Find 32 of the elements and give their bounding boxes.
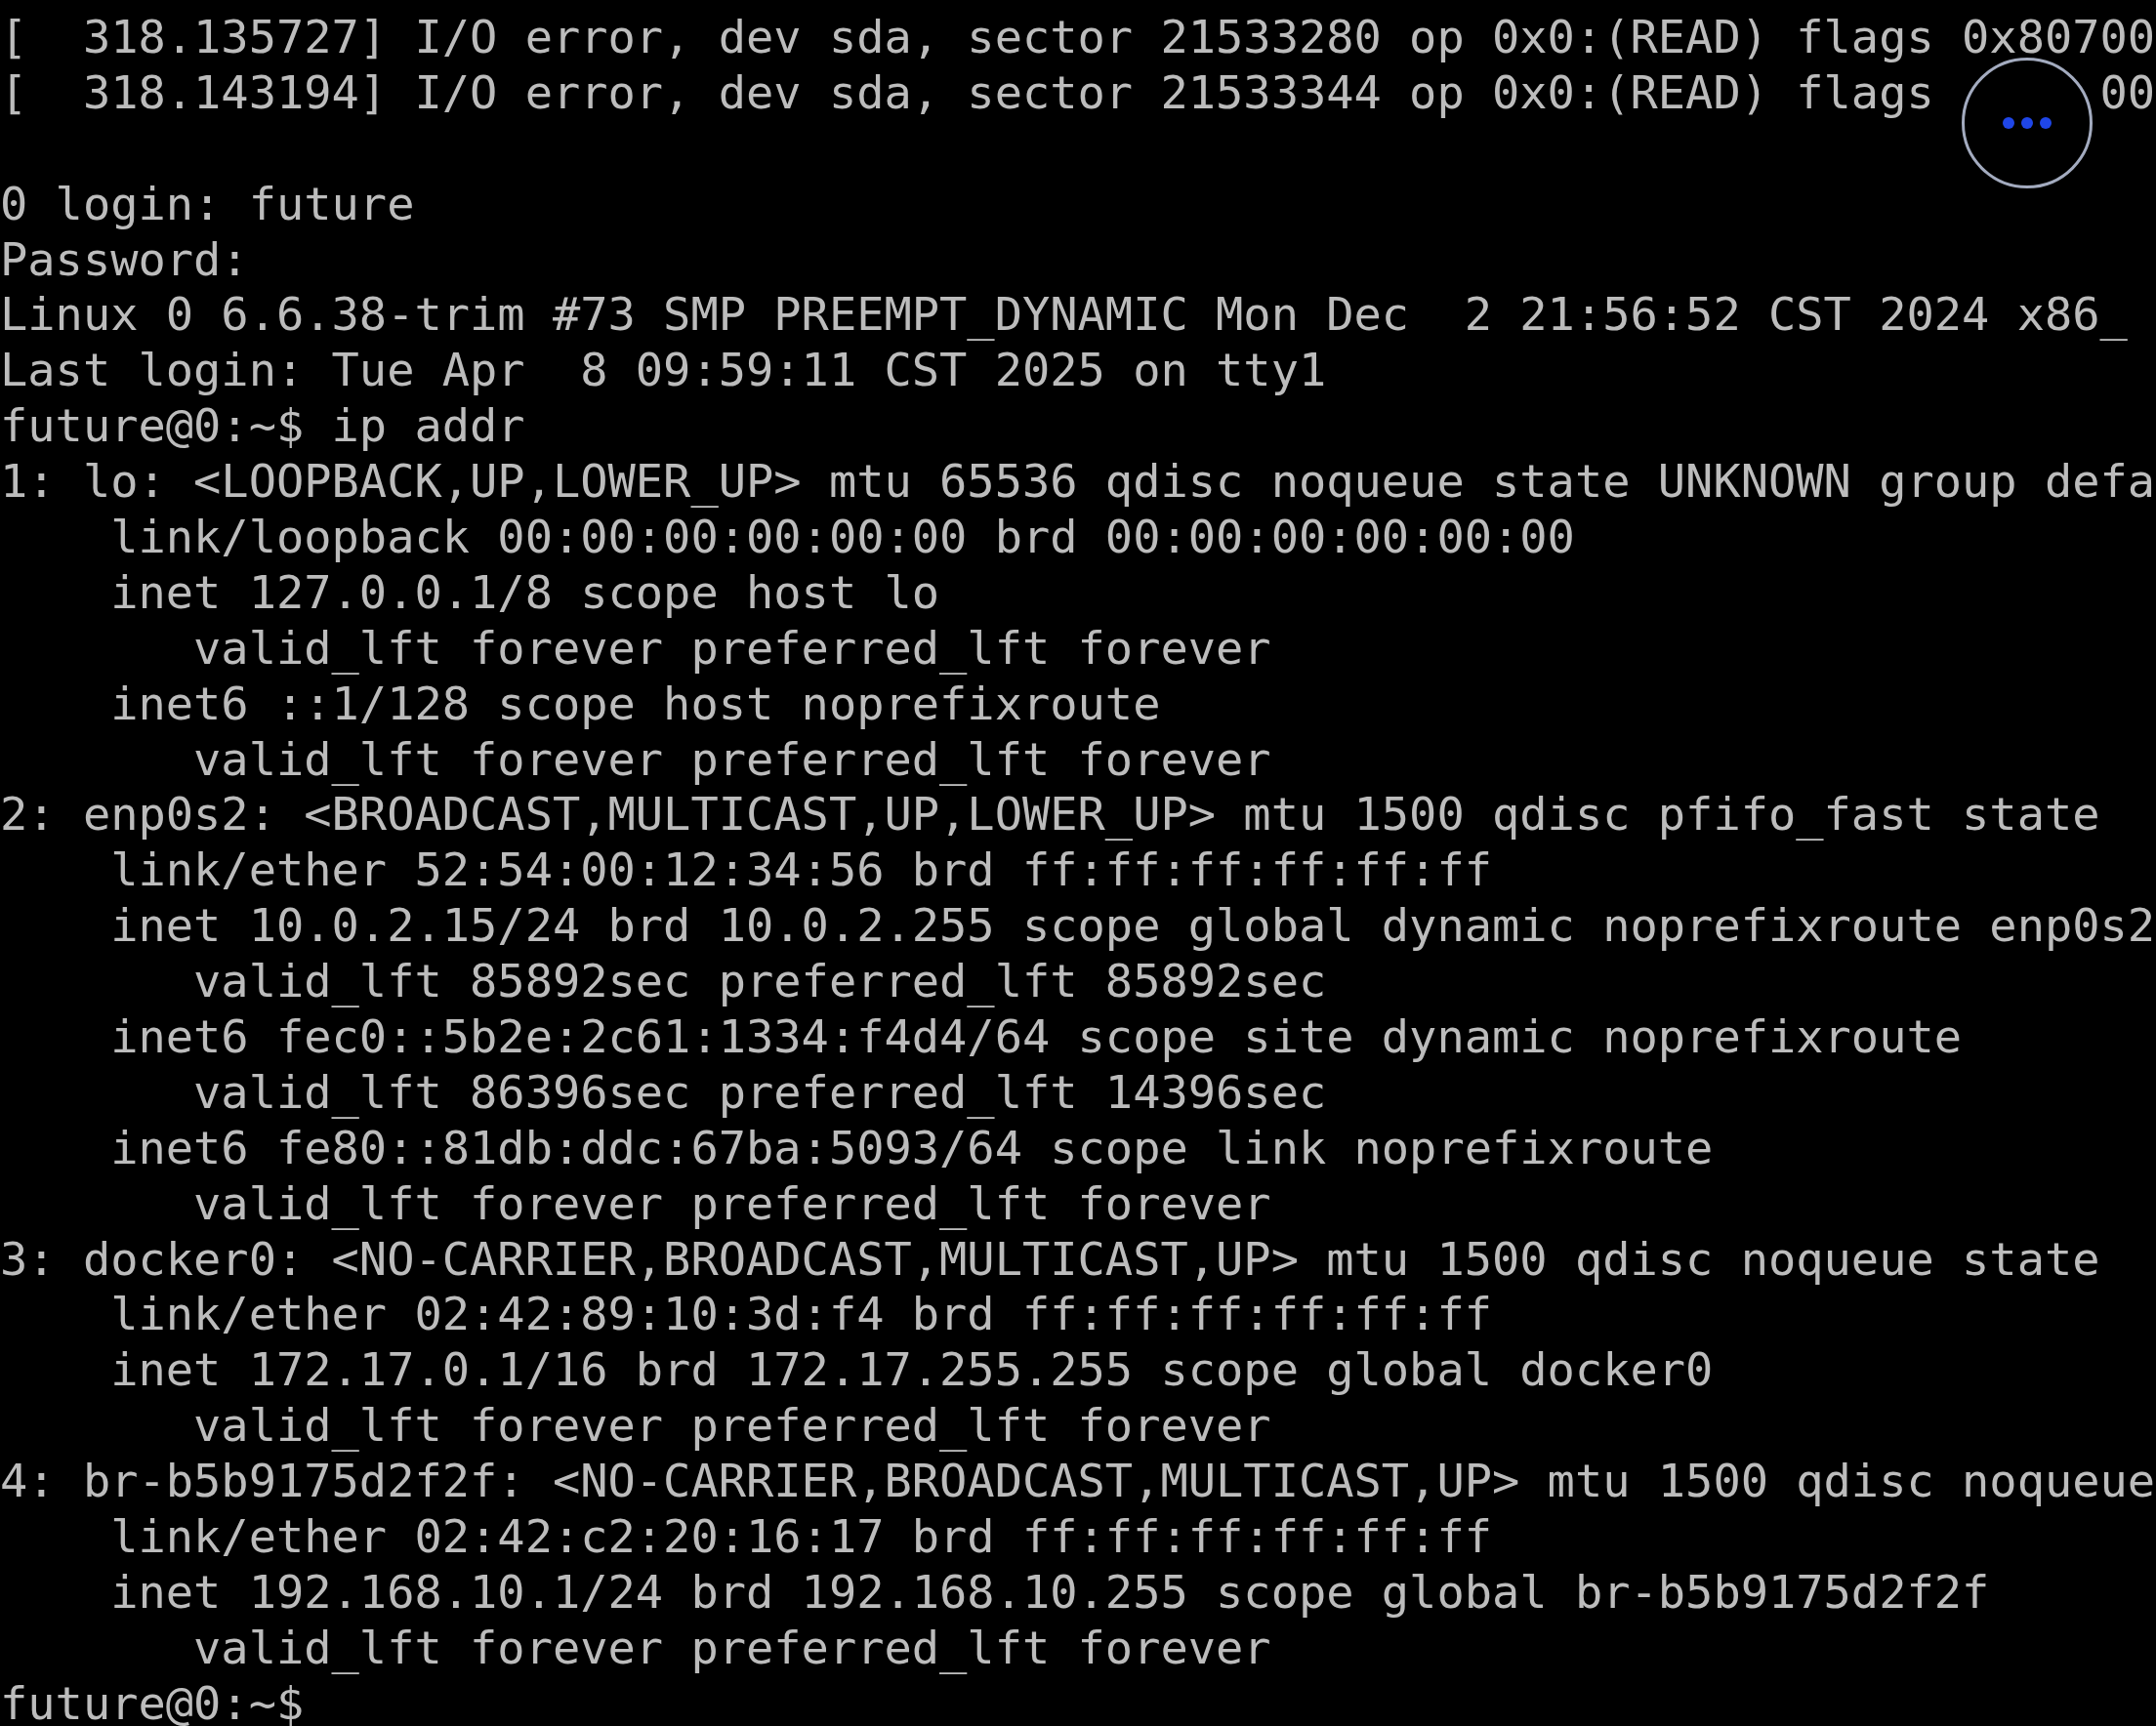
terminal-line: inet 10.0.2.15/24 brd 10.0.2.255 scope global dynamic noprefixroute enp0s2 [109, 898, 2156, 955]
terminal-line: inet6 fec0::5b2e:2c61:1334:f4d4/64 scope site dynamic noprefixroute [109, 1009, 1963, 1065]
terminal-line: valid_lft forever preferred_lft forever [192, 731, 1271, 788]
terminal-line: link/loopback 00:00:00:00:00:00 brd 00:00:00:00:00:00 [109, 510, 1575, 565]
terminal-line: [ 318.143194] I/O error, dev sda, sector 21533344 op 0x0:(READ) flags [0, 64, 1934, 121]
terminal-line: 0 login: future [0, 176, 415, 232]
terminal-line: inet 127.0.0.1/8 scope host lo [109, 564, 940, 621]
terminal-line: valid_lft forever preferred_lft forever [192, 1620, 1271, 1676]
more-icon [2003, 117, 2052, 129]
terminal-line: 2: enp0s2: <BROADCAST,MULTICAST,UP,LOWER_UP> mtu 1500 qdisc pfifo_fast state [0, 787, 2100, 843]
terminal-text-fragment: 00 [2099, 64, 2156, 121]
terminal-line: Password: [0, 231, 249, 288]
terminal-line: Linux 0 6.6.38-trim #73 SMP PREEMPT_DYNAMIC Mon Dec 2 21:56:52 CST 2024 x86_ [0, 287, 2128, 344]
terminal-line: link/ether 52:54:00:12:34:56 brd ff:ff:ff:ff:ff:ff [109, 842, 1492, 899]
terminal-line: [ 318.135727] I/O error, dev sda, sector 21533280 op 0x0:(READ) flags 0x80700 [0, 10, 2156, 65]
terminal-line: future@0:~$ ip addr [0, 398, 525, 455]
terminal-line: valid_lft forever preferred_lft forever [192, 620, 1271, 677]
terminal-line: inet 172.17.0.1/16 brd 172.17.255.255 scope global docker0 [109, 1342, 1714, 1399]
terminal-line: valid_lft forever preferred_lft forever [192, 1175, 1271, 1232]
terminal-line: 4: br-b5b9175d2f2f: <NO-CARRIER,BROADCAST,MULTICAST,UP> mtu 1500 qdisc noqueue [0, 1454, 2156, 1510]
terminal-line: link/ether 02:42:89:10:3d:f4 brd ff:ff:ff:ff:ff:ff [109, 1287, 1492, 1343]
terminal-line: inet6 fe80::81db:ddc:67ba:5093/64 scope link noprefixroute [109, 1120, 1714, 1176]
terminal-line: valid_lft 86396sec preferred_lft 14396sec [192, 1064, 1327, 1121]
terminal-line: 1: lo: <LOOPBACK,UP,LOWER_UP> mtu 65536 qdisc noqueue state UNKNOWN group defa [0, 454, 2156, 510]
terminal-line: link/ether 02:42:c2:20:16:17 brd ff:ff:ff:ff:ff:ff [109, 1509, 1492, 1565]
terminal-line: valid_lft forever preferred_lft forever [192, 1398, 1271, 1455]
terminal-line: 3: docker0: <NO-CARRIER,BROADCAST,MULTICAST,UP> mtu 1500 qdisc noqueue state [0, 1231, 2100, 1288]
terminal-line: Last login: Tue Apr 8 09:59:11 CST 2025 on tty1 [0, 343, 1327, 399]
terminal-line: inet 192.168.10.1/24 brd 192.168.10.255 scope global br-b5b9175d2f2f [109, 1564, 1990, 1621]
terminal-line: inet6 ::1/128 scope host noprefixroute [109, 676, 1161, 732]
terminal-line: future@0:~$ [0, 1675, 305, 1726]
terminal-line: valid_lft 85892sec preferred_lft 85892sec [192, 954, 1327, 1010]
